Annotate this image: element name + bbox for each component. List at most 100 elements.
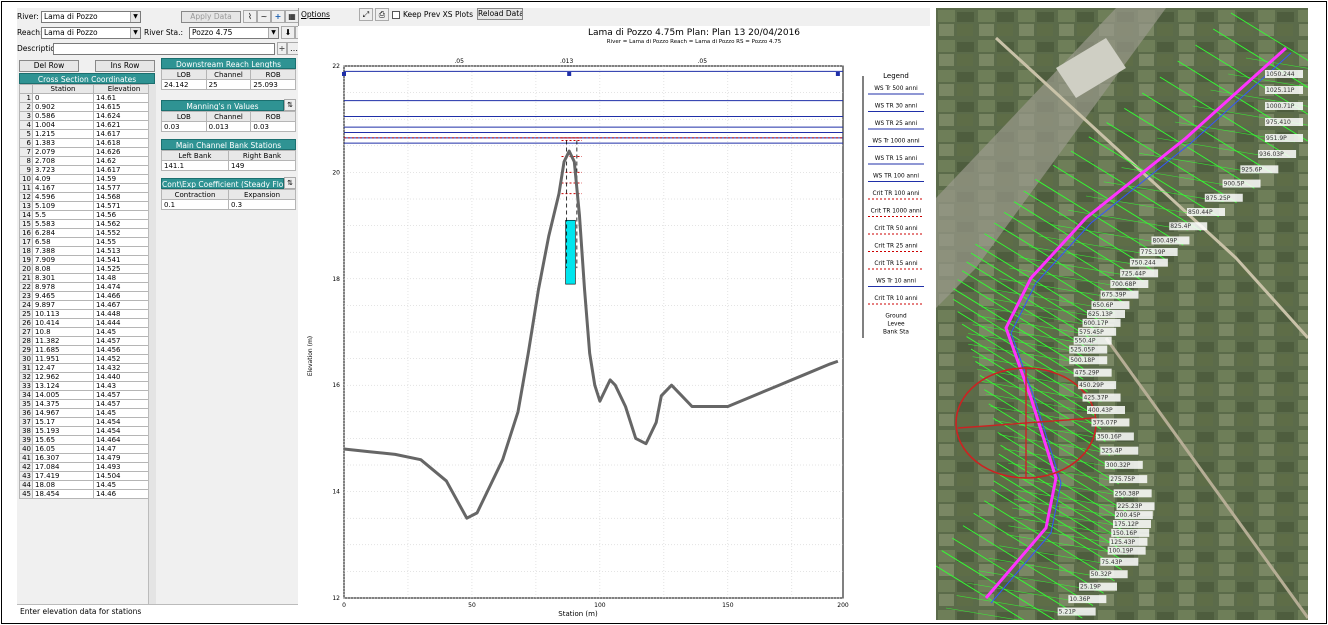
table-row[interactable]: 10 4.09 14.59 (19, 174, 155, 184)
elevation-cell[interactable]: 14.474 (93, 282, 155, 292)
station-cell[interactable]: 9.465 (32, 291, 94, 301)
reach-select[interactable]: Lama di Pozzo ▼ (41, 26, 141, 39)
keep-prev-checkbox[interactable] (392, 11, 400, 19)
table-row[interactable]: 31 12.47 14.432 (19, 363, 155, 373)
description-input[interactable] (53, 42, 275, 55)
table-row[interactable]: 33 13.124 14.43 (19, 381, 155, 391)
station-cell[interactable]: 1.004 (32, 120, 94, 130)
table-row[interactable]: 19 7.909 14.541 (19, 255, 155, 265)
rl-lob-input[interactable]: 24.142 (161, 79, 207, 90)
elevation-cell[interactable]: 14.577 (93, 183, 155, 193)
station-cell[interactable]: 0.902 (32, 102, 94, 112)
table-row[interactable]: 9 3.723 14.617 (19, 165, 155, 175)
station-cell[interactable]: 17.084 (32, 462, 94, 472)
elevation-cell[interactable]: 14.618 (93, 138, 155, 148)
station-cell[interactable]: 1.383 (32, 138, 94, 148)
elevation-cell[interactable]: 14.621 (93, 120, 155, 130)
elevation-cell[interactable]: 14.59 (93, 174, 155, 184)
elevation-cell[interactable]: 14.504 (93, 471, 155, 481)
station-cell[interactable]: 11.382 (32, 336, 94, 346)
table-row[interactable]: 45 18.454 14.46 (19, 489, 155, 499)
elevation-cell[interactable]: 14.45 (93, 480, 155, 490)
elevation-cell[interactable]: 14.457 (93, 336, 155, 346)
station-cell[interactable]: 7.388 (32, 246, 94, 256)
table-row[interactable]: 40 16.05 14.47 (19, 444, 155, 454)
table-row[interactable]: 42 17.084 14.493 (19, 462, 155, 472)
table-row[interactable]: 3 0.586 14.624 (19, 111, 155, 121)
station-cell[interactable]: 7.909 (32, 255, 94, 265)
elevation-cell[interactable]: 14.617 (93, 165, 155, 175)
station-cell[interactable]: 16.05 (32, 444, 94, 454)
station-cell[interactable]: 2.708 (32, 156, 94, 166)
elevation-cell[interactable]: 14.47 (93, 444, 155, 454)
elevation-cell[interactable]: 14.525 (93, 264, 155, 274)
ins-row-button[interactable]: Ins Row (95, 60, 155, 72)
table-row[interactable]: 24 9.897 14.467 (19, 300, 155, 310)
table-row[interactable]: 26 10.414 14.444 (19, 318, 155, 328)
table-row[interactable]: 32 12.962 14.440 (19, 372, 155, 382)
table-row[interactable]: 6 1.383 14.618 (19, 138, 155, 148)
station-cell[interactable]: 16.307 (32, 453, 94, 463)
elevation-cell[interactable]: 14.61 (93, 93, 155, 103)
table-row[interactable]: 30 11.951 14.452 (19, 354, 155, 364)
table-row[interactable]: 25 10.113 14.448 (19, 309, 155, 319)
station-cell[interactable]: 10.113 (32, 309, 94, 319)
table-row[interactable]: 21 8.301 14.48 (19, 273, 155, 283)
options-menu[interactable]: Options (301, 10, 330, 19)
rl-channel-input[interactable]: 25 (205, 79, 252, 90)
station-cell[interactable]: 10.414 (32, 318, 94, 328)
station-cell[interactable]: 4.09 (32, 174, 94, 184)
station-cell[interactable]: 0.586 (32, 111, 94, 121)
table-row[interactable]: 23 9.465 14.466 (19, 291, 155, 301)
station-cell[interactable]: 15.17 (32, 417, 94, 427)
elevation-cell[interactable]: 14.464 (93, 435, 155, 445)
station-cell[interactable]: 8.978 (32, 282, 94, 292)
station-cell[interactable]: 12.962 (32, 372, 94, 382)
rl-rob-input[interactable]: 25.093 (250, 79, 296, 90)
station-cell[interactable]: 8.08 (32, 264, 94, 274)
mn-channel-input[interactable]: 0.013 (205, 121, 252, 132)
station-cell[interactable]: 3.723 (32, 165, 94, 175)
elevation-cell[interactable]: 14.45 (93, 408, 155, 418)
elevation-cell[interactable]: 14.571 (93, 201, 155, 211)
table-row[interactable]: 35 14.375 14.457 (19, 399, 155, 409)
table-row[interactable]: 5 1.215 14.617 (19, 129, 155, 139)
station-cell[interactable]: 12.47 (32, 363, 94, 373)
coefficients-options-icon[interactable]: ⇅ (284, 177, 296, 189)
table-row[interactable]: 13 5.109 14.571 (19, 201, 155, 211)
table-row[interactable]: 2 0.902 14.615 (19, 102, 155, 112)
station-cell[interactable]: 5.583 (32, 219, 94, 229)
elevation-cell[interactable]: 14.440 (93, 372, 155, 382)
station-cell[interactable]: 11.685 (32, 345, 94, 355)
elevation-cell[interactable]: 14.46 (93, 489, 155, 499)
arrow-down-icon[interactable]: ⬇ (281, 26, 295, 39)
station-cell[interactable]: 13.124 (32, 381, 94, 391)
station-cell[interactable]: 18.454 (32, 489, 94, 499)
elevation-cell[interactable]: 14.466 (93, 291, 155, 301)
table-row[interactable]: 38 15.193 14.454 (19, 426, 155, 436)
elevation-cell[interactable]: 14.457 (93, 399, 155, 409)
table-row[interactable]: 20 8.08 14.525 (19, 264, 155, 274)
description-spin-icon[interactable]: ÷ (277, 42, 287, 55)
station-cell[interactable]: 5.109 (32, 201, 94, 211)
station-cell[interactable]: 0 (32, 93, 94, 103)
table-icon[interactable]: ▦ (285, 10, 299, 23)
river-select[interactable]: Lama di Pozzo ▼ (41, 10, 141, 23)
station-cell[interactable]: 14.005 (32, 390, 94, 400)
add-icon[interactable]: + (271, 10, 285, 23)
station-cell[interactable]: 5.5 (32, 210, 94, 220)
elevation-cell[interactable]: 14.541 (93, 255, 155, 265)
table-row[interactable]: 27 10.8 14.45 (19, 327, 155, 337)
elevation-cell[interactable]: 14.552 (93, 228, 155, 238)
elevation-cell[interactable]: 14.55 (93, 237, 155, 247)
right-bank-input[interactable]: 149 (228, 160, 296, 171)
elevation-cell[interactable]: 14.444 (93, 318, 155, 328)
table-row[interactable]: 1 0 14.61 (19, 93, 155, 103)
elevation-cell[interactable]: 14.432 (93, 363, 155, 373)
table-row[interactable]: 12 4.596 14.568 (19, 192, 155, 202)
table-row[interactable]: 16 6.284 14.552 (19, 228, 155, 238)
elevation-cell[interactable]: 14.454 (93, 417, 155, 427)
table-row[interactable]: 15 5.583 14.562 (19, 219, 155, 229)
reload-data-button[interactable]: Reload Data (477, 8, 523, 20)
elevation-cell[interactable]: 14.456 (93, 345, 155, 355)
